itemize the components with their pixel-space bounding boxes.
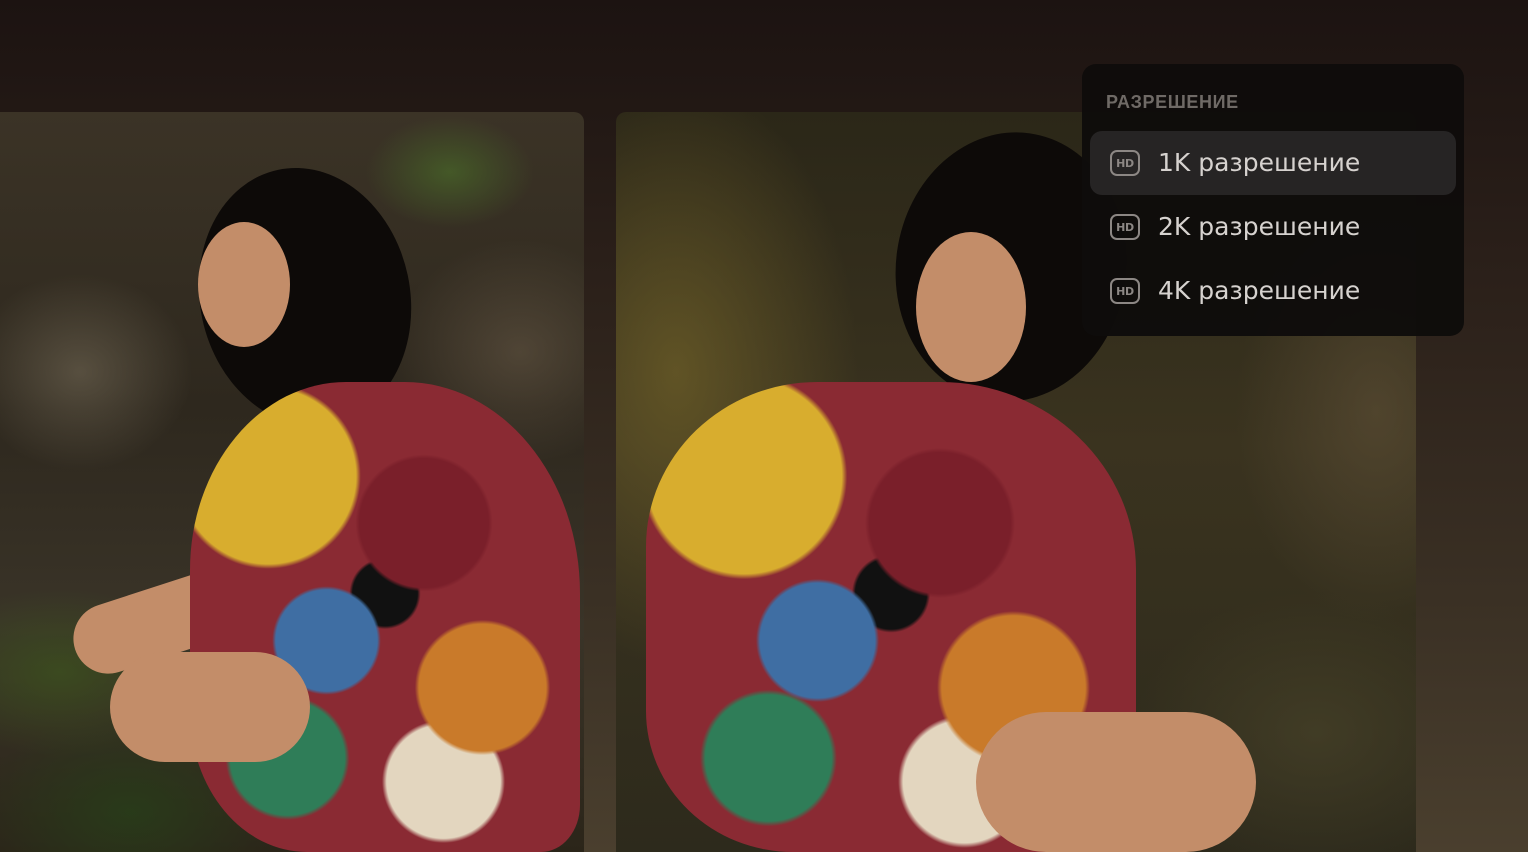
resolution-dropdown: РАЗРЕШЕНИЕ HD 1K разрешение HD 2K разреш… [1082,64,1464,336]
generated-image-left[interactable] [0,112,584,852]
hd-icon: HD [1110,278,1140,304]
figure-face [198,222,290,347]
resolution-option-4k[interactable]: HD 4K разрешение [1090,259,1456,323]
figure-leg [110,652,310,762]
resolution-dropdown-header: РАЗРЕШЕНИЕ [1106,92,1239,112]
resolution-option-label: 4K разрешение [1158,276,1361,305]
resolution-option-1k[interactable]: HD 1K разрешение [1090,131,1456,195]
resolution-option-label: 1K разрешение [1158,148,1361,177]
hd-icon: HD [1110,150,1140,176]
hd-icon: HD [1110,214,1140,240]
resolution-option-label: 2K разрешение [1158,212,1361,241]
figure-face [916,232,1026,382]
figure-dress [190,382,580,852]
resolution-option-2k[interactable]: HD 2K разрешение [1090,195,1456,259]
figure-leg [976,712,1256,852]
